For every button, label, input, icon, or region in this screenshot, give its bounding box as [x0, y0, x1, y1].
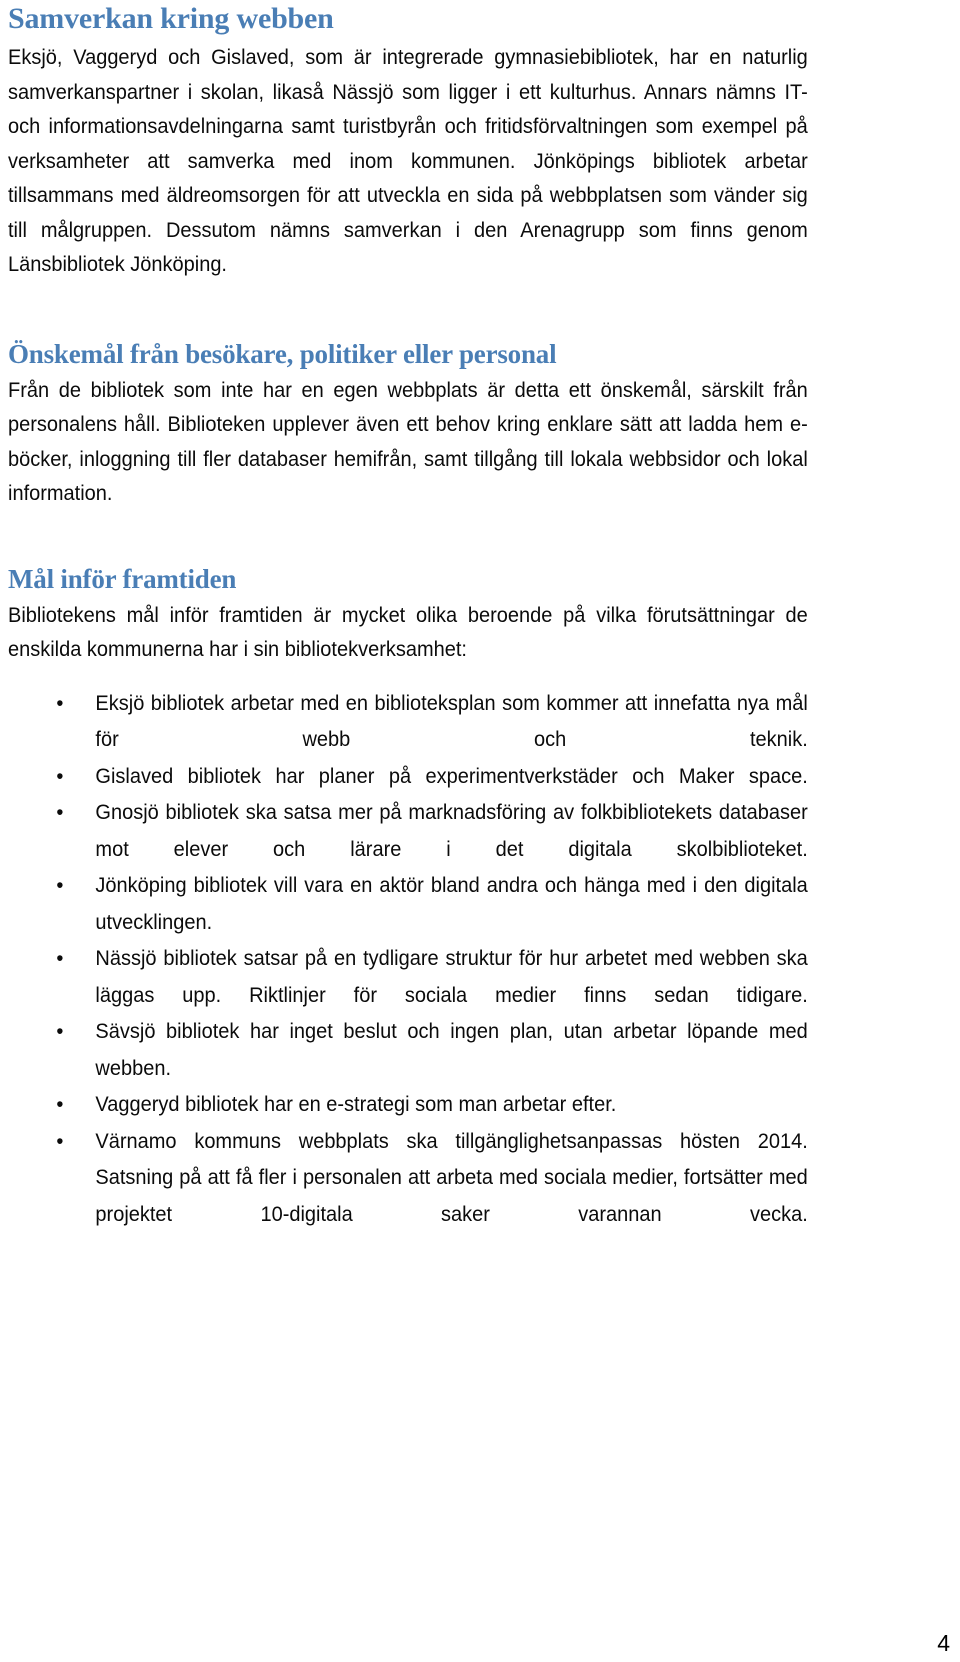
bullet-icon: • — [56, 873, 64, 897]
list-item: • Gnosjö bibliotek ska satsa mer på mark… — [8, 794, 808, 867]
list-item: • Gislaved bibliotek har planer på exper… — [8, 758, 808, 795]
page-content: Samverkan kring webben Eksjö, Vaggeryd o… — [8, 0, 808, 1232]
document-page: Samverkan kring webben Eksjö, Vaggeryd o… — [0, 0, 960, 1662]
list-item-label: Värnamo kommuns webbplats ska tillgängli… — [95, 1128, 808, 1226]
list-item-label: Eksjö bibliotek arbetar med en bibliotek… — [95, 690, 808, 752]
bullet-icon: • — [56, 763, 64, 788]
bullet-icon: • — [56, 690, 64, 715]
list-item: • Jönköping bibliotek vill vara en aktör… — [8, 867, 808, 940]
page-number: 4 — [937, 1630, 950, 1656]
bullet-icon: • — [56, 1128, 64, 1153]
bullet-icon: • — [56, 946, 64, 970]
section-heading-samverkan-kring-webben: Samverkan kring webben — [8, 2, 334, 35]
section-heading-mal-infor-framtiden: Mål inför framtiden — [8, 563, 237, 594]
list-item: • Vaggeryd bibliotek har en e-strategi s… — [8, 1086, 808, 1123]
list-item-label: Gnosjö bibliotek ska satsa mer på markna… — [95, 800, 808, 861]
section-heading-onskemal: Önskemål från besökare, politiker eller … — [8, 338, 557, 369]
list-item-label: Gislaved bibliotek har planer på experim… — [95, 763, 808, 788]
section-spacer-2 — [8, 511, 808, 563]
paragraph-onskemal: Från de bibliotek som inte har en egen w… — [8, 377, 808, 506]
bullet-icon: • — [56, 800, 64, 824]
paragraph-mal-infor-framtiden: Bibliotekens mål inför framtiden är myck… — [8, 602, 808, 662]
list-item: • Eksjö bibliotek arbetar med en bibliot… — [8, 685, 808, 758]
list-item: • Nässjö bibliotek satsar på en tydligar… — [8, 940, 808, 1013]
goals-list: • Eksjö bibliotek arbetar med en bibliot… — [8, 685, 808, 1233]
section-spacer-1 — [8, 282, 808, 338]
list-item-label: Nässjö bibliotek satsar på en tydligare … — [95, 946, 808, 1007]
list-item: • Värnamo kommuns webbplats ska tillgäng… — [8, 1123, 808, 1233]
bullet-icon: • — [56, 1092, 64, 1116]
bullet-icon: • — [56, 1019, 64, 1043]
paragraph-samverkan: Eksjö, Vaggeryd och Gislaved, som är int… — [8, 45, 808, 276]
list-item-label: Vaggeryd bibliotek har en e-strategi som… — [95, 1092, 617, 1116]
list-item-label: Sävsjö bibliotek har inget beslut och in… — [95, 1019, 808, 1080]
list-item: • Sävsjö bibliotek har inget beslut och … — [8, 1013, 808, 1086]
list-item-label: Jönköping bibliotek vill vara en aktör b… — [95, 873, 808, 934]
